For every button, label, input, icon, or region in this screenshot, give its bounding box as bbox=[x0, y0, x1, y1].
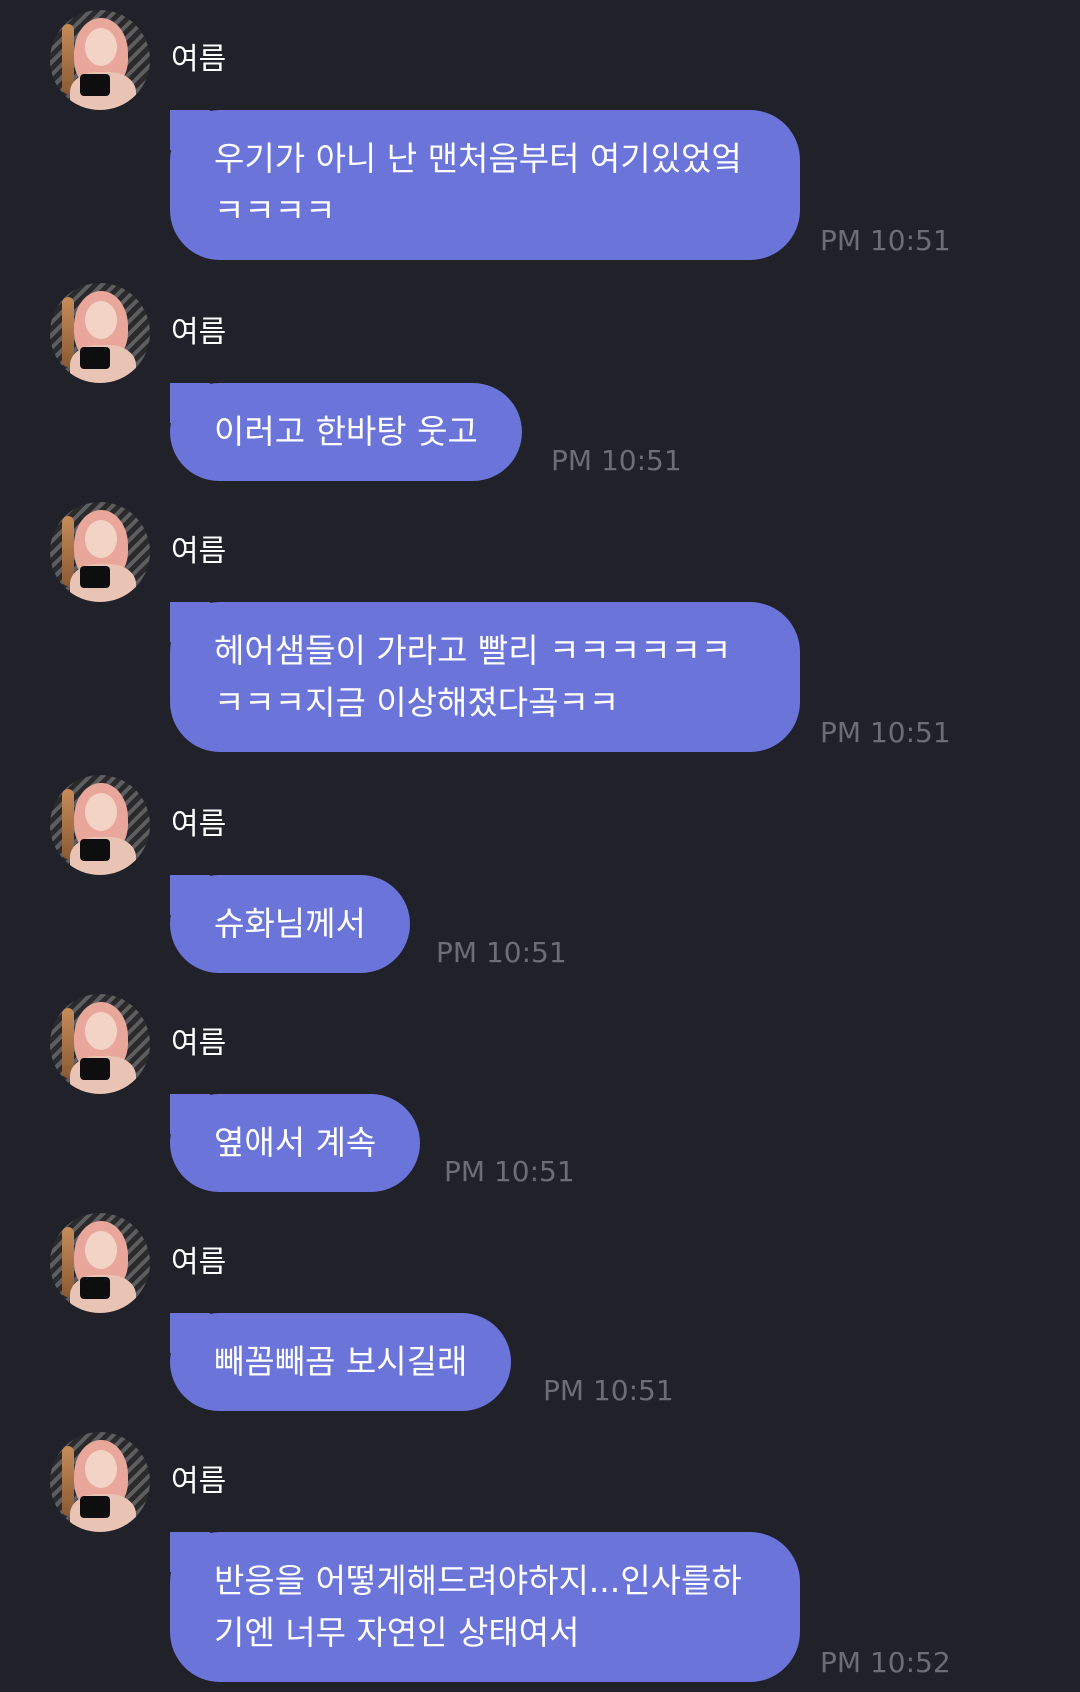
message-bubble[interactable]: 헤어샘들이 가라고 빨리 ㅋㅋㅋㅋㅋㅋㅋㅋㅋ지금 이상해졌다곸ㅋㅋ bbox=[170, 602, 800, 752]
message-bubble[interactable]: 슈화님께서 bbox=[170, 875, 410, 973]
message-bubble[interactable]: 이러고 한바탕 웃고 bbox=[170, 383, 522, 481]
message-bubble[interactable]: 우기가 아니 난 맨처음부터 여기있었엌ㅋㅋㅋㅋ bbox=[170, 110, 800, 260]
message-text: 이러고 한바탕 웃고 bbox=[214, 412, 478, 451]
sender-avatar[interactable] bbox=[50, 1213, 150, 1313]
sender-avatar[interactable] bbox=[50, 283, 150, 383]
message-timestamp: PM 10:51 bbox=[543, 1374, 674, 1407]
message-timestamp: PM 10:51 bbox=[551, 444, 682, 477]
message-text: 슈화님께서 bbox=[214, 904, 366, 943]
message-text: 빼꼼빼곰 보시길래 bbox=[214, 1342, 468, 1381]
message-bubble[interactable]: 빼꼼빼곰 보시길래 bbox=[170, 1313, 512, 1411]
sender-name: 여름 bbox=[171, 1026, 227, 1061]
sender-avatar[interactable] bbox=[50, 775, 150, 875]
sender-avatar[interactable] bbox=[50, 1432, 150, 1532]
message-timestamp: PM 10:51 bbox=[444, 1155, 575, 1188]
message-text: 옆애서 계속 bbox=[214, 1123, 377, 1162]
sender-name: 여름 bbox=[171, 807, 227, 842]
sender-name: 여름 bbox=[171, 1245, 227, 1280]
sender-name: 여름 bbox=[171, 534, 227, 569]
message-timestamp: PM 10:51 bbox=[820, 716, 951, 749]
sender-avatar[interactable] bbox=[50, 994, 150, 1094]
sender-avatar[interactable] bbox=[50, 10, 150, 110]
message-bubble[interactable]: 옆애서 계속 bbox=[170, 1094, 421, 1192]
message-text: 우기가 아니 난 맨처음부터 여기있었엌ㅋㅋㅋㅋ bbox=[214, 139, 742, 230]
message-timestamp: PM 10:51 bbox=[436, 936, 567, 969]
message-timestamp: PM 10:52 bbox=[820, 1646, 951, 1679]
sender-avatar[interactable] bbox=[50, 502, 150, 602]
sender-name: 여름 bbox=[171, 315, 227, 350]
sender-name: 여름 bbox=[171, 42, 227, 77]
sender-name: 여름 bbox=[171, 1464, 227, 1499]
message-text: 헤어샘들이 가라고 빨리 ㅋㅋㅋㅋㅋㅋㅋㅋㅋ지금 이상해졌다곸ㅋㅋ bbox=[214, 631, 732, 722]
message-bubble[interactable]: 반응을 어떻게해드려야하지...인사를하기엔 너무 자연인 상태여서 bbox=[170, 1532, 800, 1682]
message-timestamp: PM 10:51 bbox=[820, 224, 951, 257]
chat-thread[interactable]: 여름 우기가 아니 난 맨처음부터 여기있었엌ㅋㅋㅋㅋ PM 10:51 여름 … bbox=[0, 0, 1080, 1692]
message-text: 반응을 어떻게해드려야하지...인사를하기엔 너무 자연인 상태여서 bbox=[214, 1561, 742, 1652]
